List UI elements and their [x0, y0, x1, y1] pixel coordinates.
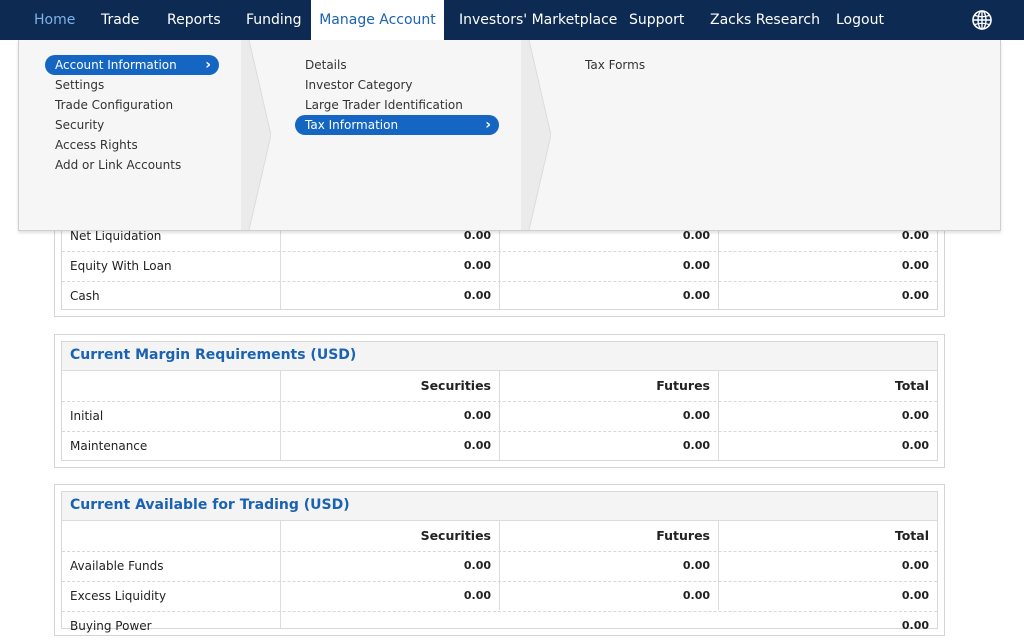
securities-value: 0.00 — [463, 589, 491, 602]
menu-item-settings[interactable]: Settings — [55, 75, 104, 95]
column-header-securities: Securities — [420, 378, 491, 393]
menu-item-security[interactable]: Security — [55, 115, 104, 135]
table-row: Maintenance 0.00 0.00 0.00 — [62, 431, 937, 461]
nav-logout[interactable]: Logout — [836, 0, 884, 40]
top-navigation-bar: Home Trade Reports Funding Manage Accoun… — [0, 0, 1024, 40]
panel-title: Current Margin Requirements (USD) — [70, 347, 357, 363]
menu-item-access-rights[interactable]: Access Rights — [55, 135, 138, 155]
menu-item-account-information[interactable]: Account Information › — [45, 55, 219, 75]
table-row: Equity With Loan 0.00 0.00 0.00 — [62, 251, 937, 282]
nav-zacks-research[interactable]: Zacks Research — [710, 0, 820, 40]
available-for-trading-table: Current Available for Trading (USD) Secu… — [61, 491, 938, 633]
column-separator — [521, 40, 551, 230]
column-separator — [241, 40, 271, 230]
nav-funding[interactable]: Funding — [246, 0, 302, 40]
table-row: Cash 0.00 0.00 0.00 — [62, 281, 937, 311]
futures-value: 0.00 — [682, 259, 710, 272]
table-row: Available Funds 0.00 0.00 0.00 — [62, 551, 937, 582]
row-label: Cash — [70, 289, 100, 303]
table-row: Buying Power 0.00 — [62, 611, 937, 641]
menu-item-add-or-link-accounts[interactable]: Add or Link Accounts — [55, 155, 181, 175]
menu-item-label: Account Information — [55, 58, 177, 72]
menu-item-tax-information[interactable]: Tax Information › — [295, 115, 499, 135]
column-header-securities: Securities — [420, 528, 491, 543]
total-value: 0.00 — [901, 289, 929, 302]
total-value: 0.00 — [901, 559, 929, 572]
futures-value: 0.00 — [682, 559, 710, 572]
row-label: Initial — [70, 409, 104, 423]
futures-value: 0.00 — [682, 439, 710, 452]
panel-title: Current Available for Trading (USD) — [70, 497, 350, 513]
total-value: 0.00 — [901, 259, 929, 272]
panel-header: Current Margin Requirements (USD) — [62, 342, 937, 371]
row-label: Equity With Loan — [70, 259, 172, 273]
total-value: 0.00 — [901, 619, 929, 632]
total-value: 0.00 — [901, 409, 929, 422]
futures-value: 0.00 — [682, 589, 710, 602]
menu-item-large-trader-identification[interactable]: Large Trader Identification — [305, 95, 463, 115]
chevron-right-icon: › — [485, 117, 491, 133]
margin-requirements-table: Current Margin Requirements (USD) Securi… — [61, 341, 938, 461]
margin-requirements-panel: Current Margin Requirements (USD) Securi… — [54, 334, 945, 468]
table-header-row: Securities Futures Total — [62, 521, 937, 552]
table-row: Initial 0.00 0.00 0.00 — [62, 401, 937, 432]
menu-item-tax-forms[interactable]: Tax Forms — [585, 55, 645, 75]
column-header-futures: Futures — [656, 528, 710, 543]
available-for-trading-panel: Current Available for Trading (USD) Secu… — [54, 484, 945, 636]
nav-manage-account[interactable]: Manage Account — [311, 0, 444, 40]
nav-trade[interactable]: Trade — [101, 0, 139, 40]
futures-value: 0.00 — [682, 409, 710, 422]
securities-value: 0.00 — [463, 409, 491, 422]
securities-value: 0.00 — [463, 259, 491, 272]
chevron-right-icon: › — [205, 57, 211, 73]
nav-home[interactable]: Home — [34, 0, 75, 40]
menu-item-details[interactable]: Details — [305, 55, 347, 75]
securities-value: 0.00 — [463, 559, 491, 572]
column-header-futures: Futures — [656, 378, 710, 393]
total-value: 0.00 — [901, 439, 929, 452]
nav-support[interactable]: Support — [629, 0, 684, 40]
globe-icon[interactable] — [971, 9, 993, 31]
row-label: Maintenance — [70, 439, 148, 453]
menu-item-label: Tax Information — [305, 118, 399, 132]
table-header-row: Securities Futures Total — [62, 371, 937, 402]
row-label: Excess Liquidity — [70, 589, 167, 603]
securities-value: 0.00 — [463, 289, 491, 302]
nav-investors-marketplace[interactable]: Investors' Marketplace — [459, 0, 617, 40]
total-value: 0.00 — [901, 589, 929, 602]
table-row: Excess Liquidity 0.00 0.00 0.00 — [62, 581, 937, 612]
panel-header: Current Available for Trading (USD) — [62, 492, 937, 521]
manage-account-dropdown: Account Information › Settings Trade Con… — [18, 40, 1001, 231]
column-header-total: Total — [894, 528, 929, 543]
menu-item-investor-category[interactable]: Investor Category — [305, 75, 413, 95]
futures-value: 0.00 — [682, 289, 710, 302]
menu-item-trade-configuration[interactable]: Trade Configuration — [55, 95, 173, 115]
column-header-total: Total — [894, 378, 929, 393]
row-label: Buying Power — [70, 619, 152, 633]
securities-value: 0.00 — [463, 439, 491, 452]
nav-reports[interactable]: Reports — [167, 0, 221, 40]
row-label: Available Funds — [70, 559, 164, 573]
